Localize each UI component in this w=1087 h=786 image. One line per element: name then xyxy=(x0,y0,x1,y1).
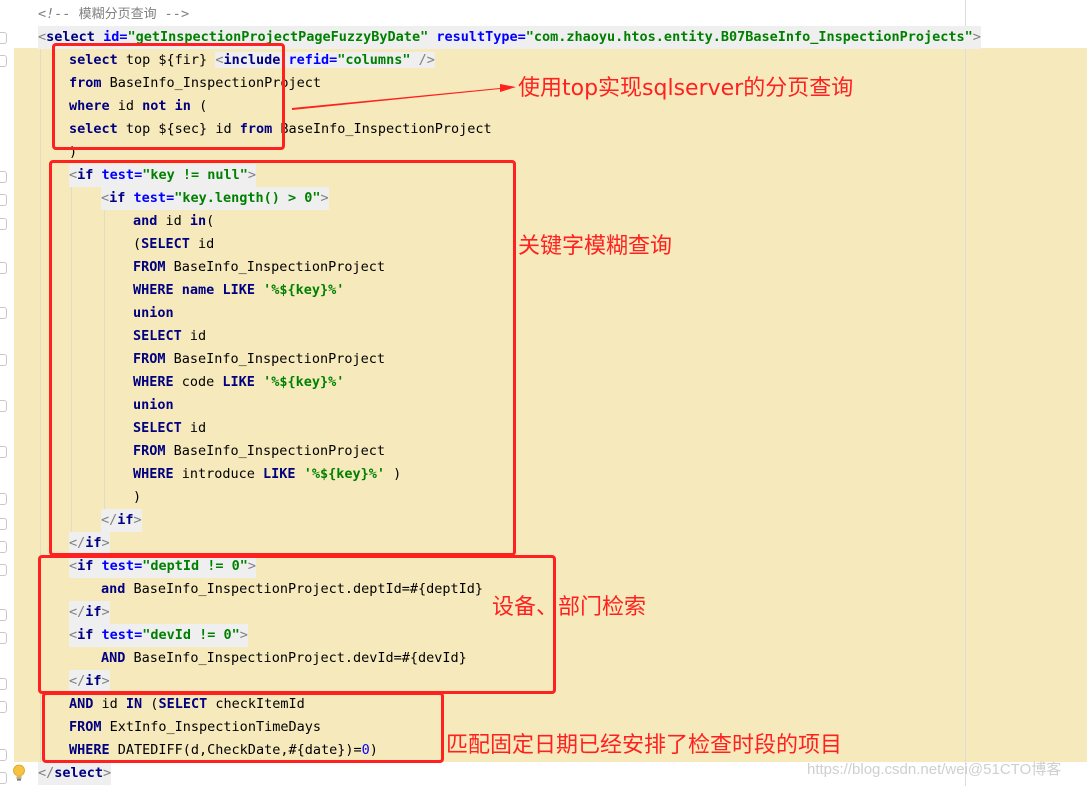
lightbulb-icon[interactable] xyxy=(12,764,26,782)
annotation-keyword-fuzzy: 关键字模糊查询 xyxy=(518,234,673,259)
annotation-fixed-date-match: 匹配固定日期已经安排了检查时段的项目 xyxy=(446,733,843,758)
annotation-top-pagination: 使用top实现sqlserver的分页查询 xyxy=(518,76,854,101)
annotation-arrow xyxy=(292,84,516,110)
watermark: https://blog.csdn.net/wei@51CTO博客 xyxy=(807,761,1062,778)
annotation-device-dept-search: 设备、部门检索 xyxy=(492,595,647,620)
code-editor[interactable]: <!-- 模糊分页查询 --> <select id="getInspection… xyxy=(0,0,1087,786)
